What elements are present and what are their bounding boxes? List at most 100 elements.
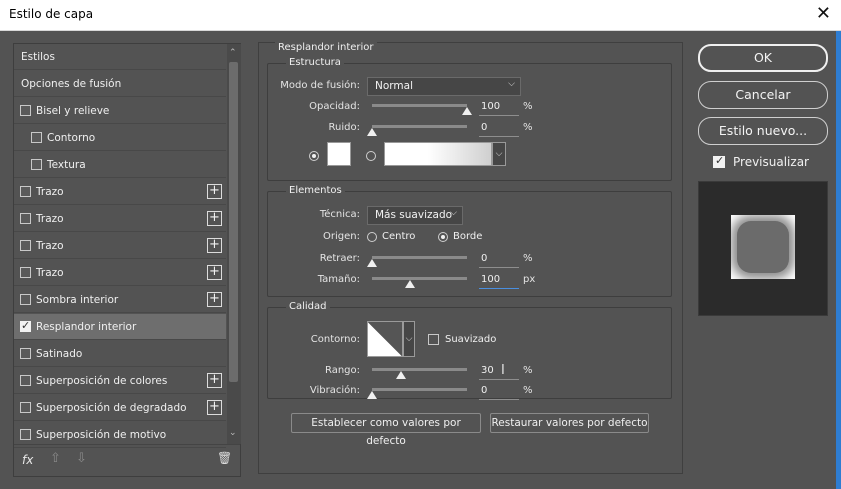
jitter-input[interactable]: 0 (479, 385, 519, 400)
jitter-unit: % (523, 385, 533, 396)
scroll-up-icon[interactable]: ⌃ (229, 48, 237, 58)
new-style-button[interactable]: Estilo nuevo... (698, 117, 828, 145)
style-list-item[interactable]: Textura (14, 152, 226, 178)
fx-icon[interactable]: fx (22, 453, 33, 467)
add-effect-icon[interactable]: + (207, 292, 222, 307)
move-up-icon[interactable]: ⇧ (50, 451, 61, 466)
preview-glow-shape (737, 221, 789, 273)
ok-button[interactable]: OK (698, 44, 828, 72)
jitter-slider[interactable] (372, 388, 467, 391)
add-effect-icon[interactable]: + (207, 211, 222, 226)
style-list-item[interactable]: Trazo + (14, 233, 226, 259)
style-list-item[interactable]: Sombra interior + (14, 287, 226, 313)
list-scroll-thumb[interactable] (229, 62, 238, 382)
style-item-label: Opciones de fusión (21, 78, 122, 90)
style-item-checkbox[interactable] (20, 348, 31, 359)
range-slider[interactable] (372, 368, 467, 371)
contour-preview[interactable] (367, 321, 403, 357)
size-slider-thumb[interactable] (405, 280, 415, 288)
style-item-checkbox[interactable] (20, 213, 31, 224)
preview-checkbox[interactable]: ✓ (713, 154, 725, 168)
jitter-label: Vibración: (309, 385, 360, 396)
reset-default-button[interactable]: Restaurar valores por defecto (490, 413, 649, 433)
choke-slider[interactable] (372, 256, 467, 259)
add-effect-icon[interactable]: + (207, 400, 222, 415)
opacity-unit: % (523, 101, 533, 112)
add-effect-icon[interactable]: + (207, 373, 222, 388)
style-list-item[interactable]: Contorno (14, 125, 226, 151)
style-list-item[interactable]: Trazo + (14, 206, 226, 232)
title-bar: Estilo de capa ✕ (0, 0, 841, 31)
set-default-button[interactable]: Establecer como valores por defecto (291, 413, 481, 447)
trash-icon[interactable]: 🗑 (217, 451, 232, 465)
antialias-checkbox[interactable] (428, 334, 439, 345)
jitter-slider-thumb[interactable] (367, 391, 377, 399)
style-list-item[interactable]: Superposición de degradado + (14, 395, 226, 421)
source-label: Origen: (323, 231, 360, 242)
noise-slider-thumb[interactable] (367, 128, 377, 136)
style-item-label: Resplandor interior (36, 321, 137, 333)
style-item-checkbox[interactable] (20, 402, 31, 413)
style-item-checkbox[interactable] (20, 294, 31, 305)
source-edge-radio[interactable] (438, 232, 448, 242)
blend-mode-label: Modo de fusión: (280, 80, 360, 91)
gradient-radio[interactable] (366, 151, 376, 161)
cancel-button[interactable]: Cancelar (698, 81, 828, 109)
style-item-label: Superposición de colores (36, 375, 168, 387)
gradient-swatch[interactable] (384, 142, 492, 166)
style-item-checkbox[interactable] (20, 429, 31, 440)
style-item-checkbox[interactable] (20, 319, 31, 332)
gradient-chevron-down-icon[interactable]: ⌵ (492, 142, 506, 166)
blend-mode-select[interactable]: Normal ⌵ (367, 77, 521, 96)
structure-group: Estructura Modo de fusión: Normal ⌵ Opac… (267, 57, 672, 181)
style-list-item[interactable]: Satinado (14, 341, 226, 367)
style-item-checkbox[interactable] (31, 159, 42, 170)
noise-input[interactable]: 0 (479, 122, 519, 137)
style-list-item[interactable]: Trazo + (14, 179, 226, 205)
quality-group: Calidad Contorno: ⌵ Suavizado Rango: 30 … (267, 301, 672, 400)
glow-color-swatch[interactable] (327, 142, 351, 166)
style-item-checkbox[interactable] (20, 105, 31, 116)
scroll-down-icon[interactable]: ⌄ (229, 428, 237, 438)
checkmark-icon: ✓ (715, 154, 725, 167)
range-label: Rango: (324, 365, 360, 376)
close-icon[interactable]: ✕ (816, 4, 831, 24)
style-list-item[interactable]: Resplandor interior (14, 314, 226, 340)
size-label: Tamaño: (317, 274, 360, 285)
styles-header[interactable]: Estilos (14, 44, 226, 70)
opacity-slider-thumb[interactable] (462, 107, 472, 115)
range-slider-thumb[interactable] (395, 371, 406, 379)
noise-unit: % (523, 122, 533, 133)
style-item-checkbox[interactable] (31, 132, 42, 143)
opacity-input[interactable]: 100 (479, 101, 519, 116)
style-item-label: Contorno (47, 132, 96, 144)
opacity-slider[interactable] (372, 104, 467, 107)
style-item-checkbox[interactable] (20, 267, 31, 278)
choke-slider-thumb[interactable] (367, 259, 377, 267)
style-list-item[interactable]: Bisel y relieve (14, 98, 226, 124)
style-list-item[interactable]: Opciones de fusión (14, 71, 226, 97)
source-center-radio[interactable] (367, 232, 377, 242)
noise-slider[interactable] (372, 125, 467, 128)
style-list-item[interactable]: Trazo + (14, 260, 226, 286)
style-list-item[interactable]: Superposición de colores + (14, 368, 226, 394)
add-effect-icon[interactable]: + (207, 238, 222, 253)
move-down-icon[interactable]: ⇩ (76, 451, 87, 466)
style-item-checkbox[interactable] (20, 375, 31, 386)
style-item-label: Bisel y relieve (36, 105, 110, 117)
size-input[interactable]: 100 (479, 274, 519, 289)
style-item-checkbox[interactable] (20, 186, 31, 197)
size-slider[interactable] (372, 277, 467, 280)
add-effect-icon[interactable]: + (207, 184, 222, 199)
technique-label: Técnica: (319, 209, 360, 220)
contour-chevron-down-icon[interactable]: ⌵ (403, 321, 415, 357)
choke-input[interactable]: 0 (479, 253, 519, 268)
style-item-label: Satinado (36, 348, 83, 360)
add-effect-icon[interactable]: + (207, 265, 222, 280)
source-center-label: Centro (382, 231, 416, 242)
preview-label: Previsualizar (733, 155, 809, 169)
style-item-checkbox[interactable] (20, 240, 31, 251)
range-input[interactable]: 30 (479, 365, 519, 380)
solid-color-radio[interactable] (309, 151, 319, 161)
technique-select[interactable]: Más suavizado ⌵ (367, 206, 463, 225)
